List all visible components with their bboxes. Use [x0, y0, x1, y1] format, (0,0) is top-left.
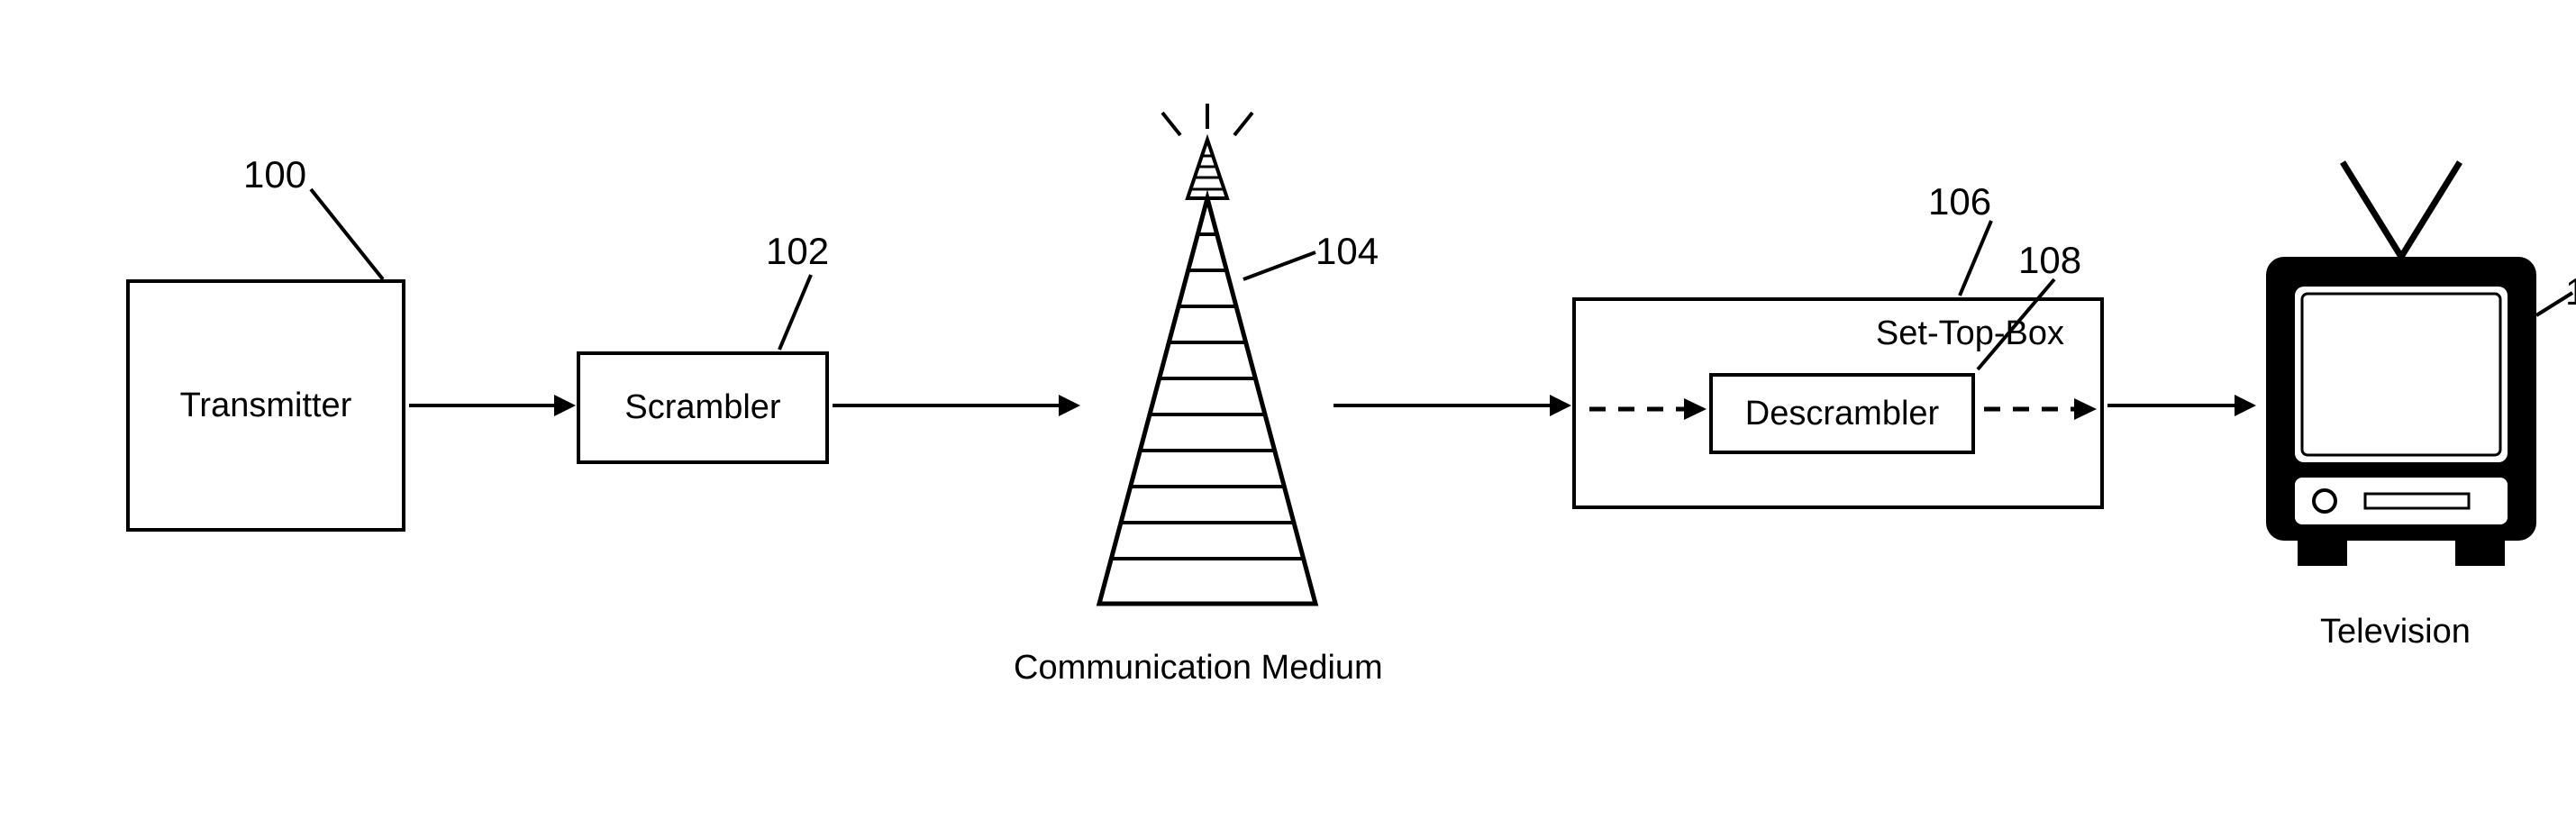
- arrow-head-1: [554, 395, 576, 416]
- descrambler-block: Descrambler: [1709, 373, 1975, 454]
- dashed-arrow-right: [1980, 396, 2106, 423]
- arrow-transmitter-scrambler: [409, 404, 558, 407]
- descrambler-lead-line: [1973, 275, 2063, 374]
- communication-medium-ref: 104: [1315, 230, 1379, 273]
- transmitter-ref: 100: [243, 153, 306, 196]
- transmitter-lead-line: [306, 180, 414, 288]
- television-lead-line: [2532, 288, 2576, 324]
- television-icon: [2257, 153, 2545, 586]
- scrambler-block: Scrambler: [577, 351, 829, 464]
- scrambler-ref: 102: [766, 230, 829, 273]
- arrow-head-3: [1550, 395, 1571, 416]
- scrambler-lead-line: [766, 270, 838, 356]
- scrambler-label: Scrambler: [624, 388, 780, 427]
- antenna-icon: [1081, 104, 1334, 608]
- arrow-head-4: [2235, 395, 2256, 416]
- descrambler-label: Descrambler: [1745, 395, 1939, 433]
- dashed-arrow-left: [1585, 396, 1711, 423]
- television-label: Television: [2320, 613, 2471, 651]
- communication-medium-label: Communication Medium: [1014, 649, 1383, 688]
- transmitter-label: Transmitter: [180, 387, 352, 425]
- arrow-head-2: [1059, 395, 1080, 416]
- signal-flow-diagram: Transmitter 100 Scrambler 102: [36, 36, 2540, 802]
- transmitter-block: Transmitter: [126, 279, 405, 532]
- arrow-scrambler-antenna: [833, 404, 1062, 407]
- antenna-lead-line: [1234, 243, 1324, 288]
- arrow-stb-tv: [2107, 404, 2238, 407]
- arrow-antenna-stb: [1334, 404, 1554, 407]
